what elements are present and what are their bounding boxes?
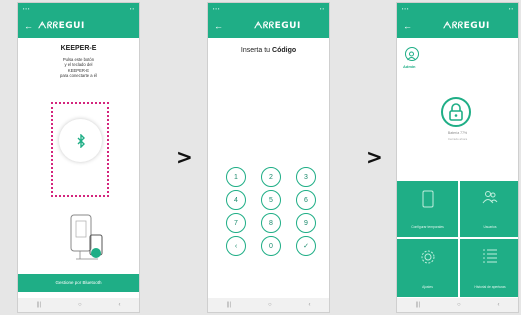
- list-icon: [483, 249, 497, 263]
- device-illustration: [70, 214, 103, 260]
- lock-status: Cerrado ahora: [447, 137, 468, 141]
- tile-temporales[interactable]: Configurar temporales: [397, 181, 458, 237]
- app-bar: ← ᗅᖇᖇEGUI: [208, 14, 329, 38]
- key-5[interactable]: 5: [261, 190, 281, 210]
- key-0[interactable]: 0: [261, 236, 281, 256]
- back-arrow-icon[interactable]: ←: [24, 21, 38, 31]
- status-bar: ▪ ▪ ▪ ▪ ▪: [208, 3, 329, 14]
- user-avatar-icon[interactable]: [405, 47, 419, 61]
- stage: ▪ ▪ ▪ ▪ ▪ ← ᗅᖇᖇEGUI KEEPER-E Pulsa este b…: [0, 0, 521, 315]
- back-icon[interactable]: ‹: [498, 302, 500, 308]
- back-icon[interactable]: ‹: [119, 302, 121, 308]
- key-9[interactable]: 9: [296, 213, 316, 233]
- code-prompt: Inserta tu Código: [208, 47, 329, 54]
- bluetooth-button[interactable]: [59, 119, 102, 162]
- key-confirm[interactable]: ✓: [296, 236, 316, 256]
- device-title: KEEPER-E: [60, 45, 97, 52]
- connect-instructions: Pulsa este botón y el teclado del KEEPER…: [18, 57, 139, 78]
- bluetooth-connect-button[interactable]: Gestione por Bluetooth: [18, 274, 139, 292]
- phone-screen-home: ▪ ▪ ▪ ▪ ▪ ← ᗅᖇᖇEGUI Admin Batería 77% Cer…: [396, 2, 519, 313]
- android-nav-bar: ||| ○ ‹: [18, 298, 139, 312]
- step-arrow: >: [366, 145, 383, 169]
- key-7[interactable]: 7: [226, 213, 246, 233]
- key-1[interactable]: 1: [226, 167, 246, 187]
- instruction-line: para conectarte a él: [59, 72, 97, 78]
- phone-screen-connect: ▪ ▪ ▪ ▪ ▪ ← ᗅᖇᖇEGUI KEEPER-E Pulsa este b…: [17, 2, 140, 313]
- recent-apps-icon[interactable]: |||: [415, 302, 420, 308]
- key-6[interactable]: 6: [296, 190, 316, 210]
- tile-label: Ajustes: [422, 285, 433, 289]
- brand-logo: ᗅᖇᖇEGUI: [38, 21, 85, 31]
- step-arrow: >: [176, 145, 193, 169]
- back-icon[interactable]: ‹: [309, 302, 311, 308]
- app-bar: ← ᗅᖇᖇEGUI: [397, 14, 518, 38]
- tile-historial[interactable]: Historial de aperturas: [460, 239, 518, 297]
- key-delete[interactable]: ‹: [226, 236, 246, 256]
- key-4[interactable]: 4: [226, 190, 246, 210]
- users-icon: [482, 191, 498, 204]
- tile-label: Usuarios: [483, 225, 497, 229]
- recent-apps-icon[interactable]: |||: [226, 302, 231, 308]
- user-label: Admin: [403, 64, 416, 69]
- tile-usuarios[interactable]: Usuarios: [460, 181, 518, 237]
- key-3[interactable]: 3: [296, 167, 316, 187]
- phone-icon: [422, 190, 433, 208]
- padlock-icon: [449, 103, 463, 121]
- prompt-text: Inserta tu: [240, 47, 273, 54]
- settings-icon: [421, 250, 434, 264]
- recent-apps-icon[interactable]: |||: [36, 302, 41, 308]
- brand-logo: ᗅᖇᖇEGUI: [254, 21, 301, 31]
- home-icon[interactable]: ○: [78, 302, 82, 308]
- lock-button[interactable]: [441, 97, 471, 127]
- status-bar: ▪ ▪ ▪ ▪ ▪: [397, 3, 518, 14]
- tile-ajustes[interactable]: Ajustes: [397, 239, 458, 297]
- key-2[interactable]: 2: [261, 167, 281, 187]
- phone-screen-code: ▪ ▪ ▪ ▪ ▪ ← ᗅᖇᖇEGUI Inserta tu Código 1 2…: [207, 2, 330, 313]
- app-bar: ← ᗅᖇᖇEGUI: [18, 14, 139, 38]
- bluetooth-icon: [77, 133, 85, 148]
- status-bar: ▪ ▪ ▪ ▪ ▪: [18, 3, 139, 14]
- battery-status: Batería 77%: [447, 131, 468, 135]
- tile-label: Configurar temporales: [411, 225, 444, 229]
- back-arrow-icon[interactable]: ←: [403, 21, 417, 31]
- android-nav-bar: ||| ○ ‹: [208, 298, 329, 312]
- prompt-bold: Código: [272, 47, 297, 54]
- brand-logo: ᗅᖇᖇEGUI: [443, 21, 490, 31]
- home-icon[interactable]: ○: [457, 302, 461, 308]
- home-icon[interactable]: ○: [268, 302, 272, 308]
- key-8[interactable]: 8: [261, 213, 281, 233]
- back-arrow-icon[interactable]: ←: [214, 21, 228, 31]
- android-nav-bar: ||| ○ ‹: [397, 298, 518, 312]
- tile-label: Historial de aperturas: [474, 285, 506, 289]
